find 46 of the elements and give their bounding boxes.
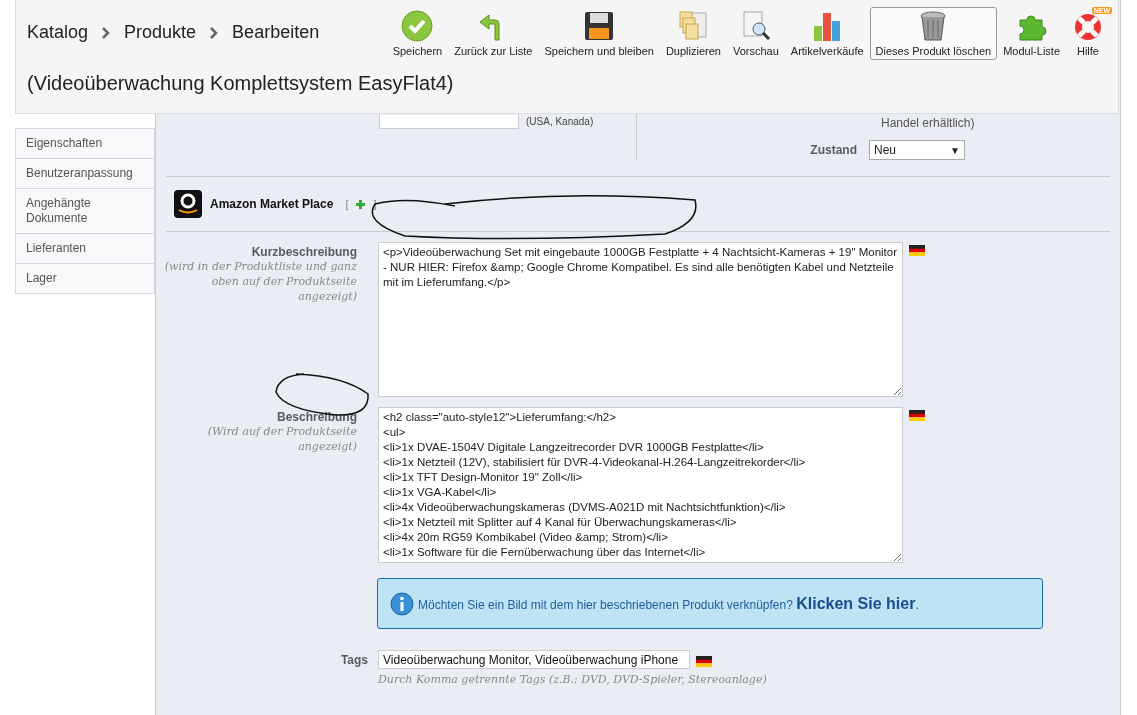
info-message: Möchten Sie ein Bild mit dem hier beschriebenen Produkt verknüpfen? Klicken Sie hier. (418, 594, 919, 613)
field-label: Tags (340, 653, 368, 667)
flag-icon (909, 245, 925, 256)
tags-field[interactable]: Videoüberwachung Monitor, Videoüberwachung iPhone (378, 650, 690, 669)
field-hint: Durch Komma getrennte Tags (z.B.: DVD, DVD-Spieler, Stereoanlage) (378, 672, 767, 687)
sidebar-item[interactable]: Benutzeranpassung (15, 159, 155, 189)
sidebar-item[interactable]: Eigenschaften (15, 128, 155, 159)
field-hint: (Wird auf der Produktseite angezeigt) (206, 424, 357, 454)
field-label: Beschreibung (277, 410, 357, 424)
flag-icon (909, 410, 925, 421)
section-title: Amazon Market Place (210, 197, 334, 211)
chevron-icon (102, 26, 111, 39)
sidebar-item[interactable]: Angehängte Dokumente (15, 189, 155, 234)
copy-pages-icon (677, 10, 710, 42)
amazon-logo-icon (174, 190, 202, 218)
breadcrumb-item[interactable]: Bearbeiten (232, 22, 320, 43)
select-field[interactable]: Neu ▼ (869, 140, 965, 160)
bracket: [ (345, 198, 349, 210)
click-here-link[interactable]: Klicken Sie hier (796, 594, 916, 612)
toolbar-button[interactable]: Modul-Liste (997, 7, 1066, 60)
short-description-field[interactable]: <p>Videoüberwachung Set mit eingebaute 1000GB Festplatte + 4 Nachtsicht-Kameras + 19" Monitor - NUR HIER: Firefox &amp; Google Chrome Kompatibel. Es sind alle benötigten Kabel und Netzteile mit im Lieferumfang.</p> (378, 242, 903, 397)
plus-icon[interactable] (356, 199, 366, 209)
bracket: ] (373, 198, 377, 210)
field-label: Kurzbeschreibung (251, 245, 357, 259)
text-field[interactable] (379, 115, 519, 129)
toolbar-button[interactable]: Zurück zur Liste (448, 7, 539, 60)
toolbar-button[interactable]: Duplizieren (659, 7, 727, 60)
field-hint: (wird in der Produktliste und ganz oben auf der Produktseite angezeigt) (163, 259, 357, 304)
sidebar-item[interactable]: Lieferanten (15, 234, 155, 264)
chevron-icon (210, 26, 219, 39)
field-hint: (USA, Kanada) (526, 116, 594, 127)
description-field[interactable]: <h2 class="auto-style12">Lieferumfang:</h2> <ul> <li>1x DVAE-1504V Digitale Langzeitrecorder DVR 1000GB Festplatte</li> <li>1x Netzteil (12V), stabilisiert für DVR-4-Videokanal-H.264-Langzeitrekorder</li> <li>1x TFT Design-Monitor 19" Zoll</li> <li>1x VGA-Kabel</li> <li>4x Videoüberwachungskameras (DVMS-A021D mit Nachtsichtfunktion)</li> <li>1x Netzteil mit Splitter auf 4 Kanal für Überwachungskameras</li> <li>4x 20m RG59 Kombikabel (Video &amp; Strom)</li> <li>1x Software für die Fernüberwachung über das Internet</li> (378, 407, 903, 563)
toolbar-button[interactable]: Speichern und bleiben (538, 7, 660, 60)
checkmark-icon (401, 10, 434, 42)
toolbar-button[interactable]: Artikelverkäufe (784, 7, 870, 60)
flag-icon (696, 655, 712, 667)
info-icon (390, 591, 414, 616)
field-label: Zustand (809, 143, 857, 157)
toolbar-button[interactable]: Vorschau (726, 7, 785, 60)
toolbar-button[interactable]: Speichern (386, 7, 449, 60)
breadcrumb-item[interactable]: Produkte (124, 22, 197, 43)
option-label: Handel erhältlich) (880, 116, 976, 130)
page-title: (Videoüberwachung Komplettsystem EasyFlat4) (27, 71, 454, 95)
toolbar-button[interactable]: Dieses Produkt löschen (869, 7, 998, 60)
sidebar-item[interactable]: Lager (15, 264, 155, 294)
breadcrumb-item[interactable]: Katalog (27, 22, 89, 43)
